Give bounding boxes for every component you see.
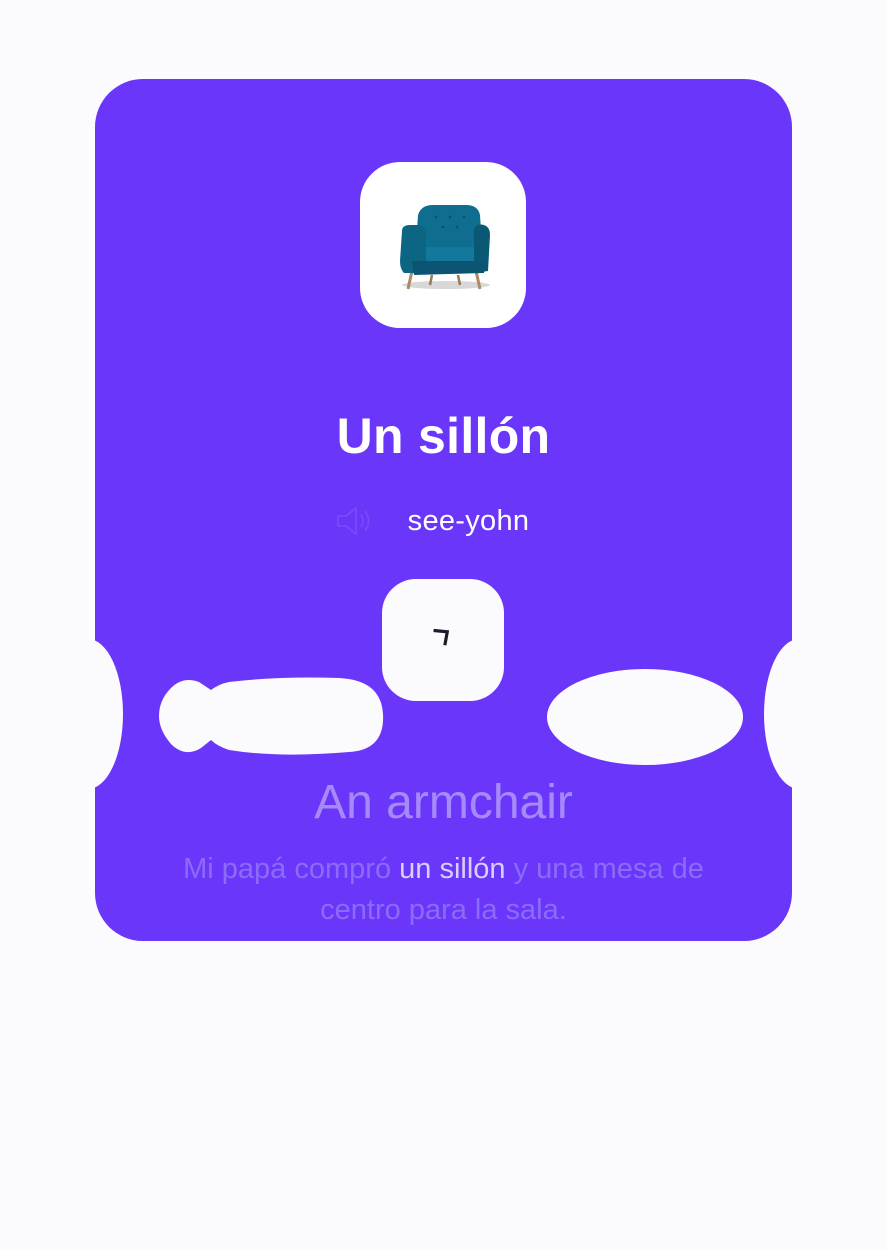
flashcard[interactable]: Un sillón see-yohn An armchair Mi papá c…	[95, 79, 792, 941]
speaker-icon[interactable]	[334, 504, 378, 538]
pronunciation-row: see-yohn	[95, 504, 792, 538]
transition-shape-right	[547, 669, 743, 765]
armchair-icon	[400, 205, 490, 290]
card-notch-right	[764, 639, 792, 789]
page: Un sillón see-yohn An armchair Mi papá c…	[0, 0, 886, 1250]
card-notch-left	[95, 639, 123, 789]
word-title: Un sillón	[336, 408, 551, 464]
translation-text: An armchair	[314, 776, 573, 829]
example-highlight: un sillón	[399, 853, 506, 885]
pronunciation-text: see-yohn	[407, 504, 530, 537]
transition-shape-left	[159, 677, 384, 755]
word-image-tile	[360, 162, 526, 328]
example-sentence: Mi papá compró un sillón y una mesa de c…	[150, 849, 737, 931]
flip-card-button[interactable]	[382, 579, 504, 701]
example-before: Mi papá compró	[183, 853, 400, 885]
rotate-icon	[433, 628, 450, 646]
